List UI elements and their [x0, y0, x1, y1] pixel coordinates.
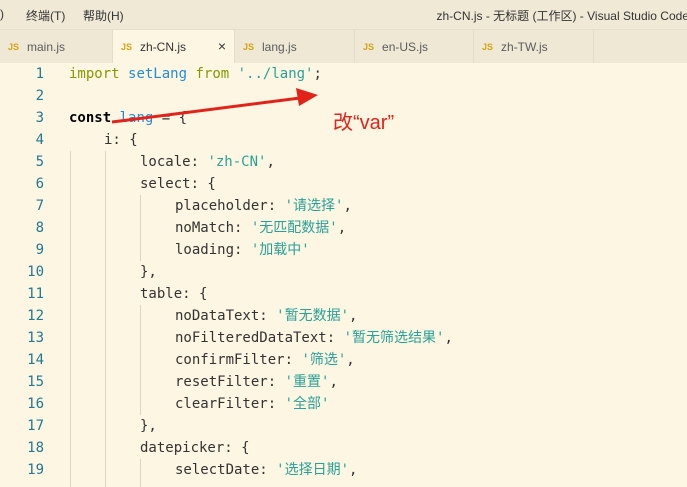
annotation-text: 改“var” — [333, 112, 395, 134]
arrow-shaft — [111, 96, 301, 124]
annotation-arrow — [111, 88, 318, 124]
arrow-head — [296, 88, 318, 106]
